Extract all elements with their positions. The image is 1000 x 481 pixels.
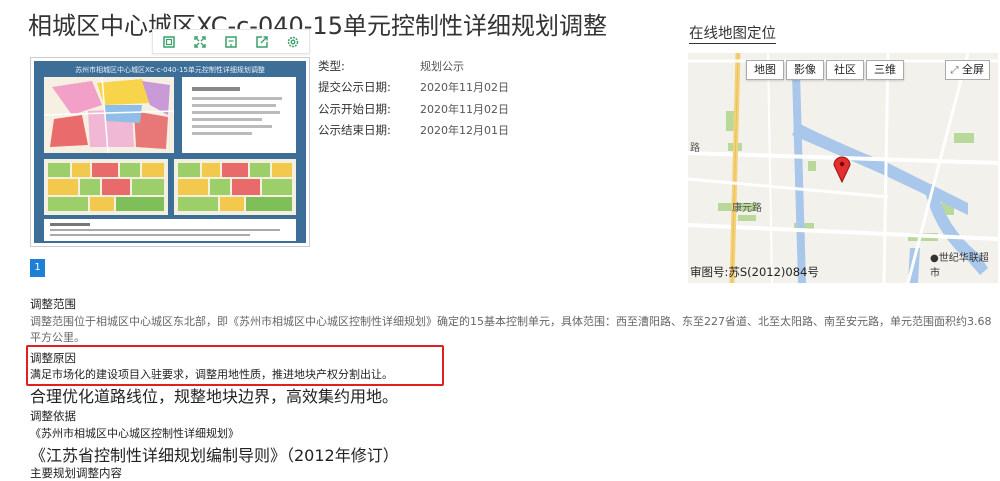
plan-image: 苏州市相城区中心城区XC-c-040-15单元控制性详细规划调整	[34, 61, 306, 243]
location-marker-icon[interactable]	[832, 155, 852, 183]
community-mode-button[interactable]: 社区	[826, 60, 864, 80]
start-date-value: 2020年11月02日	[420, 102, 509, 116]
end-date-value: 2020年12月01日	[420, 124, 509, 138]
road-label: 路	[690, 143, 700, 154]
location-map[interactable]: 地图 影像 社区 三维 ⤢ 全屏 路 康元路 ●世纪华联超市	[688, 53, 998, 283]
map-fullscreen-label: 全屏	[962, 63, 984, 76]
submit-date-label: 提交公示日期:	[318, 80, 391, 95]
page-title: 相城区中心城区XC-c-040-15单元控制性详细规划调整	[28, 12, 607, 40]
copy-icon[interactable]	[153, 30, 184, 53]
submit-date-value: 2020年11月02日	[420, 81, 509, 95]
page-number-button[interactable]: 1	[30, 259, 45, 277]
reason-text: 满足市场化的建设项目入驻要求，调整用地性质，推进地块产权分割出让。	[30, 368, 393, 381]
start-date-row: 公示开始日期: 2020年11月02日	[318, 98, 509, 120]
end-date-label: 公示结束日期:	[318, 123, 391, 138]
basis-item-1: 《苏州市相城区中心城区控制性详细规划》	[30, 427, 239, 440]
expand-icon: ⤢	[950, 65, 959, 76]
poi-label: ●世纪华联超市	[930, 253, 989, 279]
image-mode-button[interactable]: 影像	[786, 60, 824, 80]
plan-drawing	[43, 76, 296, 241]
basis-heading: 调整依据	[30, 409, 76, 423]
map-approval-number: 审图号:苏S(2012)084号	[690, 265, 819, 279]
plan-thumbnail[interactable]: 苏州市相城区中心城区XC-c-040-15单元控制性详细规划调整	[30, 57, 310, 247]
end-date-row: 公示结束日期: 2020年12月01日	[318, 120, 509, 142]
start-date-label: 公示开始日期:	[318, 101, 391, 116]
type-value: 规划公示	[420, 59, 464, 73]
map-layer-switcher: 地图 影像 社区 三维	[746, 60, 906, 80]
scope-heading: 调整范围	[30, 297, 76, 311]
settings-icon[interactable]	[277, 30, 308, 53]
main-content-heading: 主要规划调整内容	[30, 466, 122, 480]
type-label: 类型:	[318, 58, 345, 73]
road-label-kangyuan: 康元路	[732, 203, 762, 214]
map-fullscreen-button[interactable]: ⤢ 全屏	[944, 60, 990, 80]
map-mode-button[interactable]: 地图	[746, 60, 784, 80]
thumbnail-title: 苏州市相城区中心城区XC-c-040-15单元控制性详细规划调整	[75, 66, 265, 74]
basis-item-2: 《江苏省控制性详细规划编制导则》（2012年修订）	[30, 446, 399, 465]
save-icon[interactable]	[215, 30, 246, 53]
reason-heading: 调整原因	[30, 351, 76, 365]
image-toolbar	[152, 29, 310, 54]
notice-info: 类型: 规划公示 提交公示日期: 2020年11月02日 公示开始日期: 202…	[318, 55, 509, 141]
online-map-link[interactable]: 在线地图定位	[689, 26, 776, 44]
3d-mode-button[interactable]: 三维	[866, 60, 904, 80]
fullscreen-icon[interactable]	[184, 30, 215, 53]
type-row: 类型: 规划公示	[318, 55, 509, 77]
optimize-text: 合理优化道路线位，规整地块边界，高效集约用地。	[30, 387, 399, 406]
share-icon[interactable]	[246, 30, 277, 53]
submit-date-row: 提交公示日期: 2020年11月02日	[318, 77, 509, 99]
scope-text: 调整范围位于相城区中心城区东北部，即《苏州市相城区中心城区控制性详细规划》确定的…	[30, 315, 992, 344]
